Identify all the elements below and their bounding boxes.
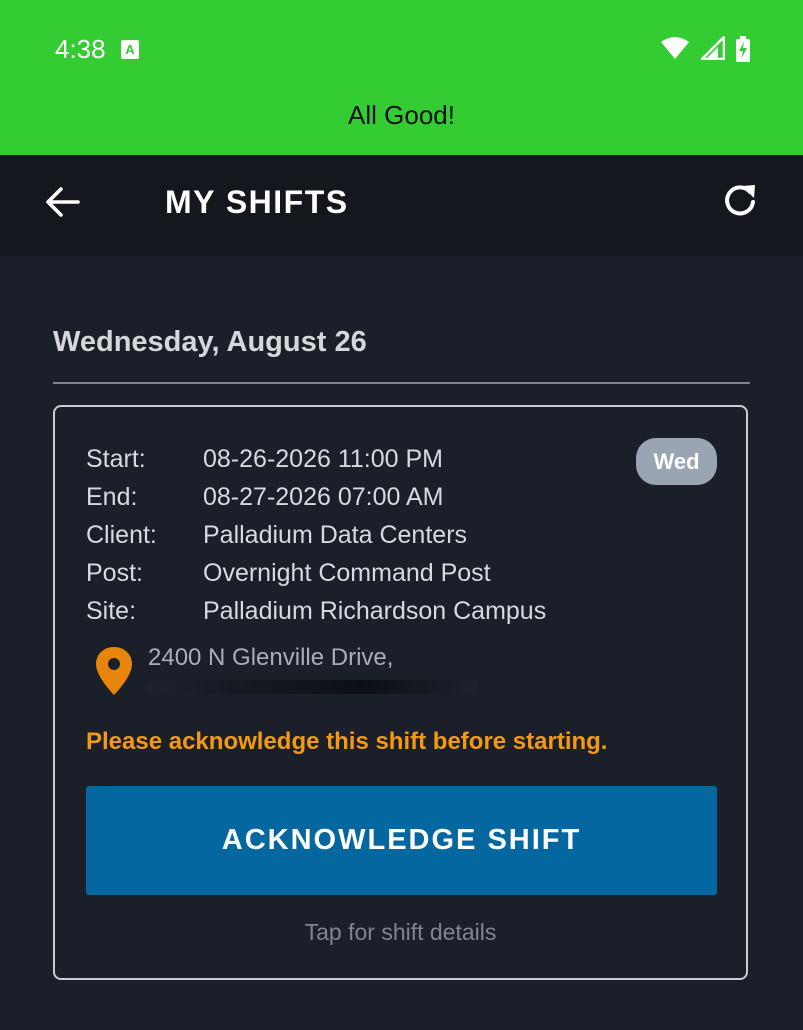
status-bar: [0, 0, 803, 155]
status-banner: All Good!: [348, 100, 455, 130]
field-value: 08-27-2026 07:00 AM: [203, 483, 444, 511]
signal-icon: [700, 36, 725, 60]
field-label: Post:: [86, 559, 143, 587]
back-button[interactable]: [44, 183, 82, 221]
field-value: Overnight Command Post: [203, 559, 491, 587]
refresh-icon: [725, 185, 755, 216]
field-label: End:: [86, 483, 138, 511]
acknowledge-warning: Please acknowledge this shift before sta…: [86, 728, 608, 755]
acknowledge-shift-button[interactable]: ACKNOWLEDGE SHIFT: [86, 786, 717, 895]
app-notification-icon: A: [121, 40, 139, 59]
system-icons: [654, 36, 751, 62]
shift-end-row: End: 08-27-2026 07:00 AM: [86, 483, 443, 512]
field-label: Start:: [86, 445, 146, 473]
refresh-button[interactable]: [720, 180, 760, 220]
redacted-address-line: [148, 680, 478, 694]
field-label: Client:: [86, 521, 157, 549]
field-value: 08-26-2026 11:00 PM: [203, 445, 443, 473]
field-label: Site:: [86, 597, 137, 625]
divider: [53, 382, 750, 384]
shift-client-row: Client: Palladium Data Centers: [86, 521, 467, 550]
arrow-left-icon: [46, 187, 80, 217]
site-address[interactable]: 2400 N Glenville Drive,: [148, 644, 393, 672]
shift-site-row: Site: Palladium Richardson Campus: [86, 597, 546, 626]
field-value: Palladium Data Centers: [203, 521, 468, 549]
location-pin-icon[interactable]: [94, 645, 134, 697]
day-badge: Wed: [636, 438, 717, 485]
field-value: Palladium Richardson Campus: [203, 597, 547, 625]
wifi-icon: [661, 37, 690, 59]
status-time: 4:38: [55, 34, 106, 64]
page-title: MY SHIFTS: [165, 184, 349, 220]
battery-icon: [736, 36, 750, 62]
shift-post-row: Post: Overnight Command Post: [86, 559, 491, 588]
app-bar: [0, 155, 803, 256]
shift-start-row: Start: 08-26-2026 11:00 PM: [86, 445, 443, 474]
shift-details-hint[interactable]: Tap for shift details: [53, 919, 748, 946]
date-heading: Wednesday, August 26: [53, 326, 367, 358]
